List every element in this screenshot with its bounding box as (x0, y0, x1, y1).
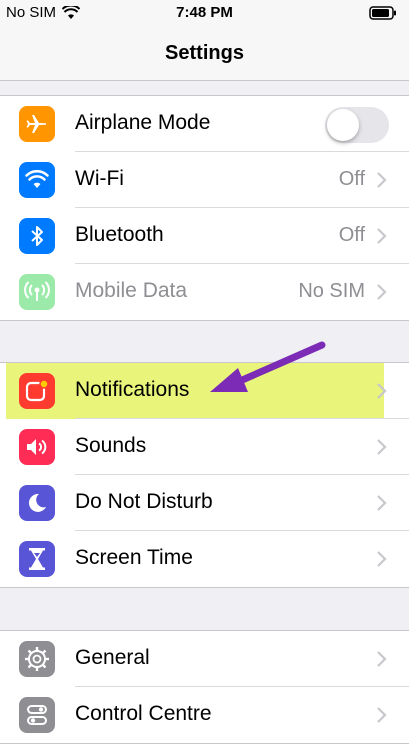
page-title: Settings (165, 42, 244, 64)
hourglass-icon (19, 541, 55, 577)
moon-icon (19, 485, 55, 521)
wifi-icon (19, 162, 55, 198)
settings-row-sounds[interactable]: Sounds (0, 419, 409, 475)
antenna-icon (19, 274, 55, 310)
settings-row-general[interactable]: General (0, 631, 409, 687)
notifications-icon (19, 373, 55, 409)
row-value: Off (338, 168, 365, 190)
row-label: Do Not Disturb (75, 490, 213, 513)
connectivity-group: Airplane Mode Wi-Fi Off Bluetooth Off Mo… (0, 95, 409, 321)
chevron-right-icon (377, 172, 387, 188)
airplane-mode-toggle[interactable] (325, 107, 389, 143)
chevron-right-icon (377, 651, 387, 667)
row-label: Mobile Data (75, 279, 188, 302)
gear-icon (19, 641, 55, 677)
settings-row-screen-time[interactable]: Screen Time (0, 531, 409, 587)
row-label: Wi-Fi (75, 167, 124, 190)
row-label: Screen Time (75, 546, 193, 569)
row-label: Bluetooth (75, 223, 164, 246)
settings-row-airplane-mode[interactable]: Airplane Mode (0, 96, 409, 152)
status-bar: No SIM 7:48 PM (0, 0, 409, 28)
chevron-right-icon (377, 284, 387, 300)
row-label: Sounds (75, 434, 147, 457)
settings-row-notifications[interactable]: Notifications (0, 363, 409, 419)
row-value: Off (338, 224, 365, 246)
row-label: Notifications (75, 378, 190, 401)
system-group: General Control Centre (0, 630, 409, 744)
row-value: No SIM (298, 280, 365, 302)
row-label: Control Centre (75, 702, 212, 725)
settings-row-control-centre[interactable]: Control Centre (0, 687, 409, 743)
chevron-right-icon (377, 551, 387, 567)
settings-row-wifi[interactable]: Wi-Fi Off (0, 152, 409, 208)
highlight-annotation (6, 363, 384, 419)
toggles-icon (19, 697, 55, 733)
bluetooth-icon (19, 218, 55, 254)
toggle-knob (327, 109, 359, 141)
navigation-bar: Settings (0, 28, 409, 81)
chevron-right-icon (377, 228, 387, 244)
chevron-right-icon (377, 495, 387, 511)
chevron-right-icon (377, 383, 387, 399)
settings-row-do-not-disturb[interactable]: Do Not Disturb (0, 475, 409, 531)
row-label: General (75, 646, 150, 669)
battery-icon (369, 6, 397, 24)
settings-row-bluetooth[interactable]: Bluetooth Off (0, 208, 409, 264)
settings-row-mobile-data[interactable]: Mobile Data No SIM (0, 264, 409, 320)
status-time: 7:48 PM (176, 4, 233, 21)
chevron-right-icon (377, 707, 387, 723)
row-label: Airplane Mode (75, 111, 211, 134)
notifications-group: Notifications Sounds Do Not Disturb Scre… (0, 362, 409, 588)
chevron-right-icon (377, 439, 387, 455)
speaker-icon (19, 429, 55, 465)
airplane-icon (19, 106, 55, 142)
